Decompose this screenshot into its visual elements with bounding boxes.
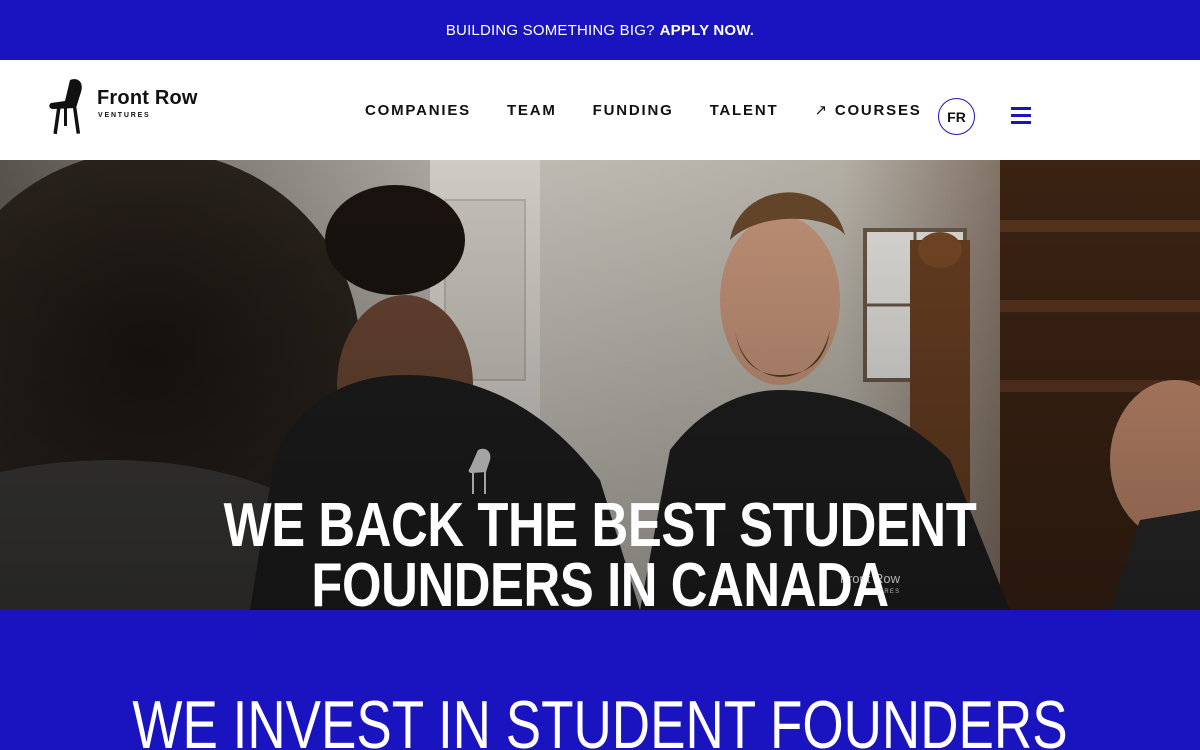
site-header: Front Row VENTURES COMPANIES TEAM FUNDIN…	[0, 60, 1200, 160]
nav-courses[interactable]: ↗ COURSES	[814, 101, 921, 119]
apply-now-link[interactable]: APPLY NOW.	[660, 22, 755, 39]
language-toggle-fr[interactable]: FR	[938, 98, 975, 135]
chair-icon	[49, 79, 82, 135]
logo-brand-text: Front Row	[97, 87, 198, 109]
nav-companies[interactable]: COMPANIES	[365, 102, 471, 119]
invest-section: WE INVEST IN STUDENT FOUNDERS	[0, 610, 1200, 750]
section-heading: WE INVEST IN STUDENT FOUNDERS	[132, 687, 1068, 750]
main-nav: COMPANIES TEAM FUNDING TALENT ↗ COURSES	[365, 60, 958, 160]
hamburger-menu-icon[interactable]	[1011, 107, 1031, 125]
hero-title: WE BACK THE BEST STUDENT FOUNDERS IN CAN…	[108, 491, 1092, 611]
announcement-banner: BUILDING SOMETHING BIG? APPLY NOW.	[0, 0, 1200, 60]
hero-title-line-1: WE BACK THE BEST STUDENT	[223, 491, 977, 560]
nav-team[interactable]: TEAM	[507, 102, 557, 119]
hero-section: Front Row VENTURES WE BACK THE BEST STUD…	[0, 160, 1200, 610]
logo-subtext: VENTURES	[98, 112, 151, 119]
site-logo[interactable]: Front Row VENTURES	[48, 78, 228, 138]
banner-text: BUILDING SOMETHING BIG?	[445, 21, 655, 39]
external-arrow-icon: ↗	[814, 102, 829, 119]
nav-courses-label: COURSES	[834, 102, 922, 119]
nav-funding[interactable]: FUNDING	[593, 102, 674, 119]
nav-talent[interactable]: TALENT	[710, 102, 779, 119]
hero-title-line-2: FOUNDERS IN CANADA	[311, 551, 889, 611]
